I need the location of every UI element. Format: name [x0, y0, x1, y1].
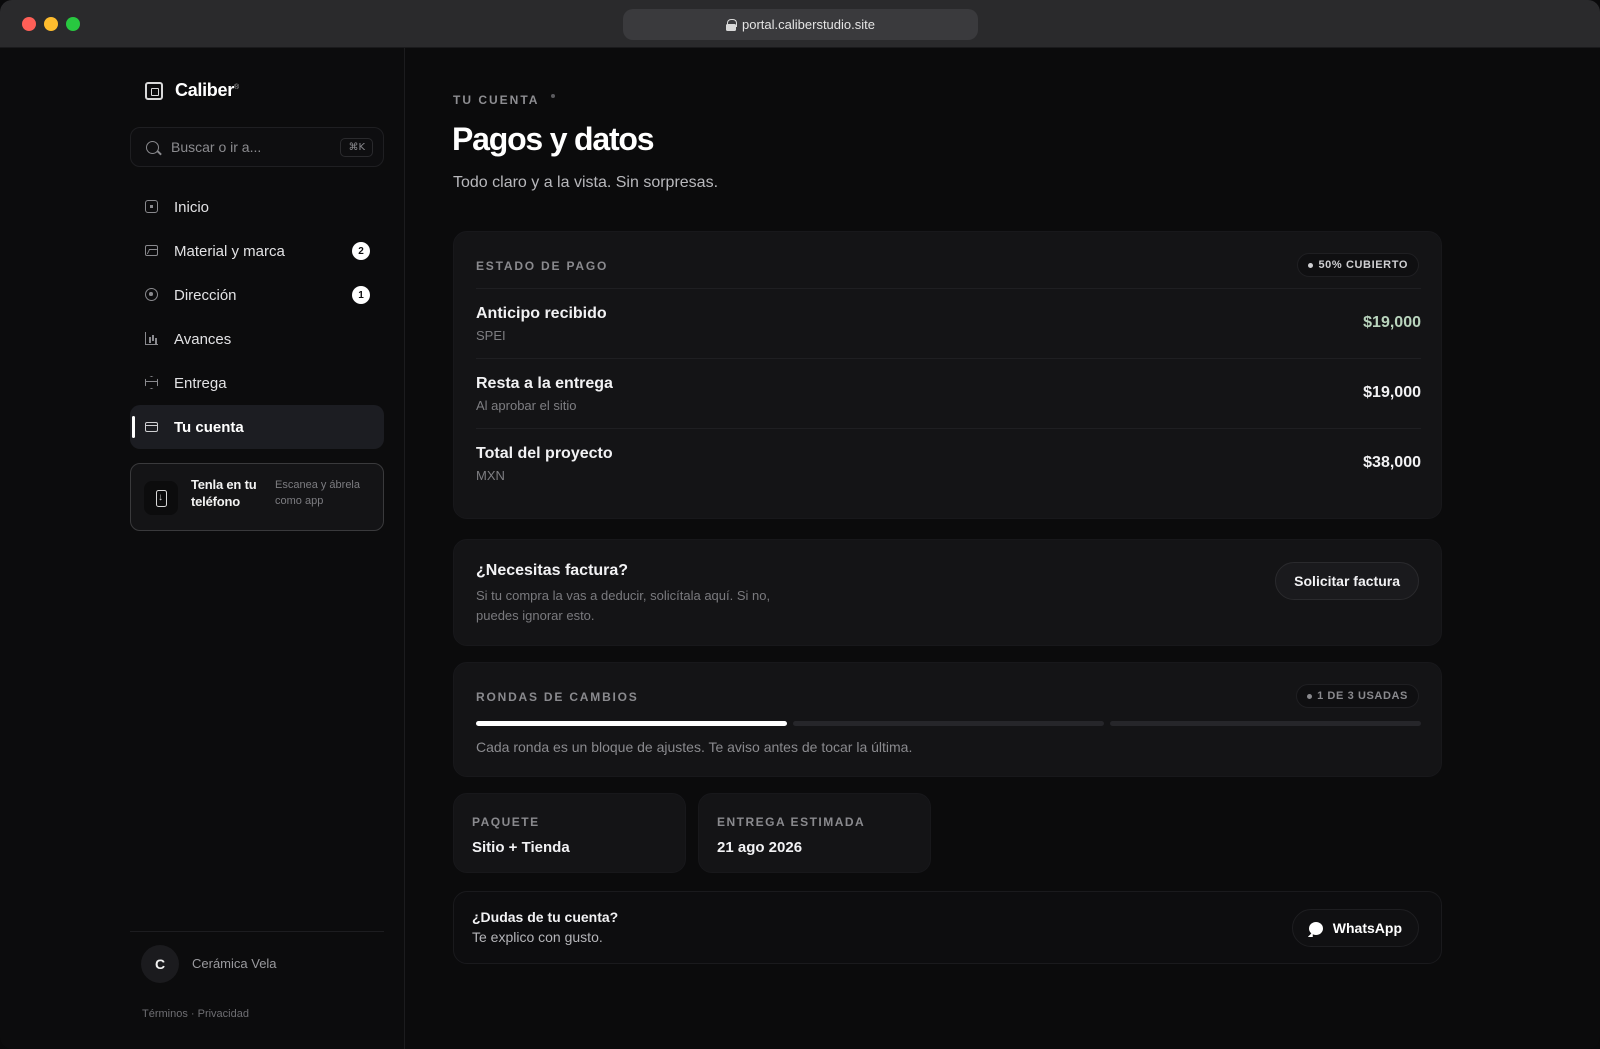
- rounds-progress-bar: [476, 721, 1421, 726]
- payment-row: Anticipo recibido SPEI $19,000: [476, 288, 1421, 358]
- whatsapp-button[interactable]: WhatsApp: [1291, 909, 1419, 947]
- caliber-logo-icon: [145, 81, 163, 100]
- brand[interactable]: Caliber®: [145, 80, 239, 101]
- phone-icon-container: [144, 481, 178, 515]
- sidebar-nav: Inicio Material y marca 2 Dirección 1 Av…: [130, 185, 384, 449]
- payment-row: Total del proyecto MXN $38,000: [476, 428, 1421, 498]
- payment-row-note: Al aprobar el sitio: [476, 398, 577, 413]
- sidebar-item-entrega[interactable]: Entrega: [130, 361, 384, 405]
- sidebar-item-direccion[interactable]: Dirección 1: [130, 273, 384, 317]
- help-title: ¿Dudas de tu cuenta?: [472, 909, 619, 925]
- sidebar-item-inicio[interactable]: Inicio: [130, 185, 384, 229]
- rounds-note: Cada ronda es un bloque de ajustes. Te a…: [476, 739, 913, 755]
- main-content: TU CUENTA Pagos y datos Todo claro y a l…: [405, 48, 1600, 1049]
- install-card-subtitle: Escanea y ábrela como app: [275, 479, 360, 507]
- payment-row-amount: $19,000: [1363, 384, 1421, 401]
- sidebar-item-label: Tu cuenta: [174, 418, 244, 436]
- package-card: PAQUETE Sitio + Tienda: [453, 793, 686, 873]
- search-box[interactable]: ⌘K: [130, 127, 384, 167]
- payment-row-label: Resta a la entrega: [476, 375, 613, 392]
- round-segment: [476, 721, 787, 726]
- legal-links[interactable]: Términos · Privacidad: [142, 1008, 249, 1020]
- change-rounds-card: RONDAS DE CAMBIOS 1 DE 3 USADAS Cada ron…: [453, 662, 1442, 777]
- sidebar-item-material-y-marca[interactable]: Material y marca 2: [130, 229, 384, 273]
- sidebar: Caliber® ⌘K Inicio Material y marca 2 Di…: [0, 48, 405, 1049]
- delivery-value: 21 ago 2026: [717, 839, 803, 856]
- phone-download-icon: [155, 489, 167, 507]
- page-eyebrow: TU CUENTA: [453, 93, 540, 107]
- whatsapp-button-label: WhatsApp: [1332, 920, 1402, 936]
- lock-icon: [726, 18, 738, 31]
- payment-status-card: ESTADO DE PAGO 50% CUBIERTO Anticipo rec…: [453, 231, 1442, 519]
- notification-badge: 2: [352, 242, 370, 260]
- close-window-button[interactable]: [22, 17, 36, 31]
- search-input[interactable]: [171, 128, 331, 166]
- help-subtitle: Te explico con gusto.: [472, 929, 603, 945]
- payment-row-label: Total del proyecto: [476, 445, 613, 462]
- delivery-label: ENTREGA ESTIMADA: [717, 815, 866, 829]
- help-card: ¿Dudas de tu cuenta? Te explico con gust…: [453, 891, 1442, 964]
- invoice-description: Si tu compra la vas a deducir, solicítal…: [476, 588, 771, 623]
- credit-card-icon: [145, 422, 158, 432]
- round-segment: [793, 721, 1104, 726]
- eyebrow-dot-icon: [551, 94, 555, 98]
- sidebar-item-label: Entrega: [174, 374, 227, 392]
- address-bar[interactable]: portal.caliberstudio.site: [623, 9, 978, 40]
- payment-row-amount: $38,000: [1363, 454, 1421, 471]
- sidebar-item-avances[interactable]: Avances: [130, 317, 384, 361]
- section-label: RONDAS DE CAMBIOS: [476, 690, 639, 704]
- round-segment: [1110, 721, 1421, 726]
- payment-row-note: SPEI: [476, 328, 506, 343]
- rounds-badge: 1 DE 3 USADAS: [1296, 684, 1419, 708]
- maximize-window-button[interactable]: [66, 17, 80, 31]
- shortcut-hint: ⌘K: [340, 138, 373, 157]
- url-text: portal.caliberstudio.site: [742, 17, 875, 32]
- avatar[interactable]: C: [141, 945, 179, 983]
- package-icon: [145, 376, 158, 389]
- delivery-card: ENTREGA ESTIMADA 21 ago 2026: [698, 793, 931, 873]
- image-icon: [145, 245, 158, 256]
- invoice-title: ¿Necesitas factura?: [476, 562, 629, 579]
- sidebar-item-label: Inicio: [174, 198, 210, 216]
- user-name[interactable]: Cerámica Vela: [192, 956, 277, 971]
- target-icon: [145, 288, 158, 301]
- payment-row-amount: $19,000: [1363, 314, 1421, 331]
- search-icon: [146, 141, 159, 154]
- bar-chart-icon: [145, 332, 158, 345]
- sidebar-item-label: Dirección: [174, 286, 237, 304]
- status-badge: 50% CUBIERTO: [1297, 253, 1419, 277]
- section-label: ESTADO DE PAGO: [476, 259, 609, 273]
- divider: [130, 931, 384, 932]
- package-label: PAQUETE: [472, 815, 540, 829]
- install-app-card[interactable]: Tenla en tu teléfono Escanea y ábrela co…: [130, 463, 384, 531]
- sidebar-item-label: Avances: [174, 330, 232, 348]
- minimize-window-button[interactable]: [44, 17, 58, 31]
- brand-name: Caliber®: [175, 80, 239, 100]
- package-value: Sitio + Tienda: [472, 839, 570, 856]
- install-card-title: Tenla en tu teléfono: [191, 477, 257, 509]
- home-square-icon: [145, 200, 158, 213]
- payment-row-note: MXN: [476, 468, 505, 483]
- request-invoice-button[interactable]: Solicitar factura: [1275, 562, 1419, 600]
- chat-bubble-icon: [1308, 922, 1323, 935]
- title-bar: portal.caliberstudio.site: [0, 0, 1600, 48]
- page-subtitle: Todo claro y a la vista. Sin sorpresas.: [453, 174, 719, 191]
- page-title: Pagos y datos: [452, 121, 655, 157]
- sidebar-item-label: Material y marca: [174, 242, 285, 260]
- sidebar-item-tu-cuenta[interactable]: Tu cuenta: [130, 405, 384, 449]
- notification-badge: 1: [352, 286, 370, 304]
- invoice-card: ¿Necesitas factura? Si tu compra la vas …: [453, 539, 1442, 646]
- payment-row-label: Anticipo recibido: [476, 305, 607, 322]
- browser-window: portal.caliberstudio.site Caliber® ⌘K In…: [0, 0, 1600, 1049]
- payment-row: Resta a la entrega Al aprobar el sitio $…: [476, 358, 1421, 428]
